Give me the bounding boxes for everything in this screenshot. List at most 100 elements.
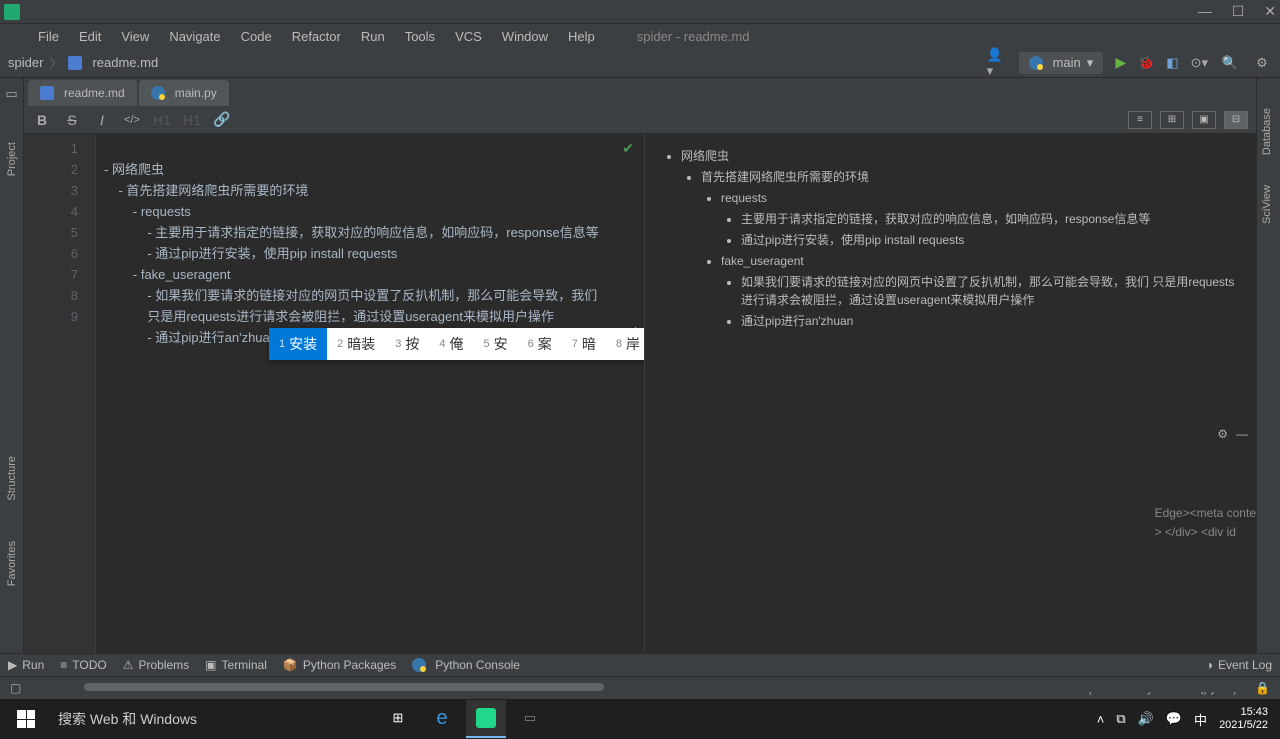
project-tool-icon[interactable]: ▭ [5, 86, 17, 102]
database-tool[interactable]: Database [1261, 108, 1273, 155]
todo-icon: ≡ [60, 658, 67, 672]
ime-candidate-popup[interactable]: 1安装 2暗装 3按 4俺 5安 6案 7暗 8岸 [269, 328, 644, 360]
left-sidebar: ▭ Project Structure Favorites [0, 78, 24, 653]
italic-button[interactable]: I [92, 110, 112, 130]
windows-taskbar: 搜索 Web 和 Windows ⊞ e ▭ ˄ ⧉ 🔊 💬 中 15:43 2… [0, 699, 1280, 739]
notification-icon[interactable]: 💬 [1166, 711, 1182, 727]
run-tool[interactable]: ▶Run [8, 658, 44, 672]
h2-button[interactable]: H1 [182, 110, 202, 130]
chevron-right-icon: 〉 [49, 53, 62, 72]
ime-candidate[interactable]: 5安 [474, 328, 518, 360]
edge-button[interactable]: e [422, 700, 462, 738]
user-icon[interactable]: 👤▾ [987, 53, 1007, 73]
debug-button[interactable]: 🐞 [1138, 55, 1154, 71]
menu-file[interactable]: File [30, 27, 67, 46]
todo-tool[interactable]: ≡TODO [60, 658, 106, 672]
start-button[interactable] [4, 700, 48, 738]
structure-tool[interactable]: Structure [6, 456, 18, 501]
menu-edit[interactable]: Edit [71, 27, 109, 46]
preview-item: fake_useragent 如果我们要请求的链接对应的网页中设置了反扒机制，那… [721, 252, 1240, 330]
network-icon[interactable]: ⧉ [1116, 711, 1125, 727]
settings-icon[interactable]: ⚙ [1252, 53, 1272, 73]
markdown-icon [40, 86, 54, 100]
menu-tools[interactable]: Tools [397, 27, 443, 46]
coverage-button[interactable]: ◧ [1166, 55, 1178, 71]
ime-candidate[interactable]: 4俺 [429, 328, 473, 360]
tab-readme[interactable]: readme.md [28, 80, 137, 106]
windows-search[interactable]: 搜索 Web 和 Windows [48, 700, 358, 738]
ime-candidate[interactable]: 7暗 [562, 328, 606, 360]
run-configuration[interactable]: main ▾ [1019, 52, 1104, 74]
event-log-tool[interactable]: ◑Event Log [1206, 658, 1272, 672]
preview-image-view[interactable]: ▣ [1192, 111, 1216, 129]
editor-tabs: readme.md main.py [24, 78, 1256, 106]
minimize-button[interactable]: — [1198, 3, 1212, 20]
python-icon [1029, 56, 1043, 70]
task-view-button[interactable]: ⊞ [378, 700, 418, 738]
code-button[interactable]: </> [122, 110, 142, 130]
tool-window-icon[interactable]: ▢ [10, 681, 21, 695]
link-button[interactable]: 🔗 [212, 110, 232, 130]
fold-column[interactable] [84, 134, 96, 653]
horizontal-scrollbar[interactable] [24, 682, 1256, 692]
menu-bar: File Edit View Navigate Code Refactor Ru… [0, 24, 1280, 48]
ime-candidate[interactable]: 3按 [385, 328, 429, 360]
terminal-tool[interactable]: ▣Terminal [205, 658, 267, 672]
favorites-tool[interactable]: Favorites [6, 541, 18, 586]
breadcrumb-project[interactable]: spider [8, 55, 43, 70]
ime-candidate[interactable]: 8岸 [606, 328, 644, 360]
project-tool[interactable]: Project [6, 142, 18, 176]
editor-only-view[interactable]: ≡ [1128, 111, 1152, 129]
breadcrumb-file[interactable]: readme.md [92, 55, 158, 70]
tab-label: readme.md [64, 86, 125, 100]
packages-tool[interactable]: 📦Python Packages [283, 658, 396, 672]
line-gutter: 123 456 789 [24, 134, 84, 653]
gear-icon[interactable]: ⚙ [1217, 427, 1228, 441]
menu-code[interactable]: Code [233, 27, 280, 46]
explorer-button[interactable]: ▭ [510, 700, 550, 738]
problems-tool[interactable]: ⚠Problems [123, 658, 189, 672]
code-content[interactable]: - 网络爬虫 - 首先搭建网络爬虫所需要的环境 - requests - 主要用… [96, 134, 644, 653]
clock[interactable]: 15:43 2021/5/22 [1219, 706, 1268, 732]
windows-logo-icon [17, 710, 35, 728]
strikethrough-button[interactable]: S [62, 110, 82, 130]
bold-button[interactable]: B [32, 110, 52, 130]
menu-vcs[interactable]: VCS [447, 27, 490, 46]
ime-candidate[interactable]: 2暗装 [327, 328, 385, 360]
run-config-name: main [1053, 55, 1081, 70]
python-icon [151, 86, 165, 100]
menu-navigate[interactable]: Navigate [161, 27, 228, 46]
profile-button[interactable]: ⊙▾ [1191, 55, 1208, 71]
tab-main-py[interactable]: main.py [139, 80, 229, 106]
editor-preview-view[interactable]: ⊞ [1160, 111, 1184, 129]
dropdown-icon: ▾ [1087, 55, 1094, 71]
console-tool[interactable]: Python Console [412, 658, 520, 672]
volume-icon[interactable]: 🔊 [1138, 711, 1154, 727]
search-icon[interactable]: 🔍 [1220, 53, 1240, 73]
ime-indicator[interactable]: 中 [1194, 710, 1207, 729]
menu-run[interactable]: Run [353, 27, 393, 46]
menu-help[interactable]: Help [560, 27, 603, 46]
ime-candidate[interactable]: 1安装 [269, 328, 327, 360]
preview-item: 网络爬虫 首先搭建网络爬虫所需要的环境 requests 主要用于请求指定的链接… [681, 147, 1240, 330]
menu-window[interactable]: Window [494, 27, 556, 46]
menu-refactor[interactable]: Refactor [284, 27, 349, 46]
tray-expand-icon[interactable]: ˄ [1097, 712, 1105, 727]
navigation-bar: spider 〉 readme.md 👤▾ main ▾ ▶ 🐞 ◧ ⊙▾ 🔍 … [0, 48, 1280, 78]
lock-icon[interactable]: 🔒 [1255, 681, 1270, 695]
code-editor[interactable]: 123 456 789 - 网络爬虫 - 首先搭建网络爬虫所需要的环境 - re… [24, 134, 644, 653]
h1-button[interactable]: H1 [152, 110, 172, 130]
markdown-icon [68, 56, 82, 70]
close-button[interactable]: ✕ [1264, 3, 1276, 20]
inspection-ok-icon[interactable]: ✔ [622, 140, 634, 157]
minimize-icon[interactable]: — [1236, 427, 1248, 441]
menu-view[interactable]: View [113, 27, 157, 46]
run-button[interactable]: ▶ [1115, 54, 1126, 71]
scrollbar-thumb[interactable] [84, 683, 604, 691]
maximize-button[interactable]: ☐ [1232, 3, 1245, 20]
pycharm-button[interactable] [466, 700, 506, 738]
preview-item: 主要用于请求指定的链接，获取对应的响应信息，如响应码，response信息等 [741, 210, 1240, 228]
sciview-tool[interactable]: SciView [1261, 185, 1273, 224]
ime-candidate[interactable]: 6案 [518, 328, 562, 360]
split-view[interactable]: ⊟ [1224, 111, 1248, 129]
